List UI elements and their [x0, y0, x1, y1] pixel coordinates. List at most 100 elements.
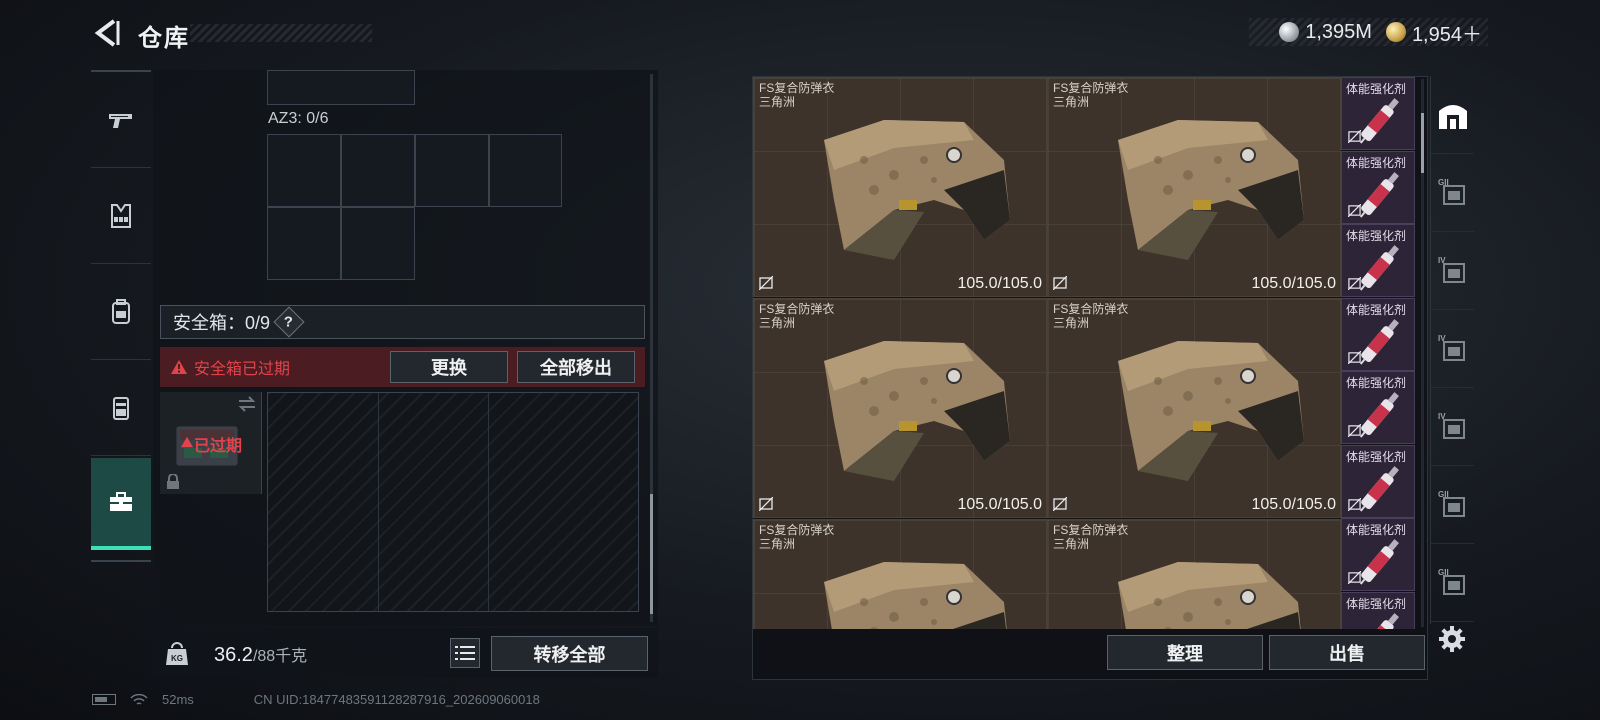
safebox-capacity-label: 安全箱：0/9: [173, 313, 271, 333]
tab-label: GII: [1438, 568, 1449, 577]
body-armor-icon: [1118, 120, 1304, 260]
body-armor-icon: [824, 120, 1010, 260]
tab-label: GII: [1438, 490, 1449, 499]
item-name: FS复合防弹衣 三角洲: [1053, 523, 1129, 551]
equipment-category-nav: [91, 70, 151, 562]
container-tab-icon: GII: [1438, 568, 1465, 595]
page-title: 仓库: [138, 25, 190, 52]
stash-item-armor[interactable]: FS复合防弹衣 三角洲: [1047, 519, 1341, 629]
item-name: 体能强化剂: [1346, 155, 1407, 170]
container-slot[interactable]: [267, 70, 415, 105]
list-view-button[interactable]: [450, 638, 480, 668]
stash-scroll-thumb[interactable]: [1421, 113, 1424, 173]
item-name: FS复合防弹衣 三角洲: [759, 302, 835, 330]
body-armor-icon: [1118, 562, 1301, 629]
stash-item-armor[interactable]: FS复合防弹衣 三角洲 105.0/105.0: [1047, 298, 1341, 518]
item-durability: 105.0/105.0: [957, 496, 1042, 513]
container-tab-icon: IV: [1438, 412, 1465, 439]
stash-panel: FS复合防弹衣 三角洲 105.0/105.0 FS复合防弹衣 三角洲 105.0/105…: [752, 76, 1428, 680]
help-button[interactable]: ?: [273, 306, 305, 338]
stash-tab-tab-gii-3[interactable]: GII: [1431, 544, 1474, 622]
container-tab-icon: GII: [1438, 178, 1465, 205]
currency-silver[interactable]: 1,395M: [1279, 21, 1372, 44]
weight-value: 36.2/88千克: [214, 642, 307, 667]
nav-item-pouch[interactable]: [91, 360, 151, 456]
stash-item-stimulant[interactable]: 体能强化剂: [1341, 297, 1415, 371]
nav-item-weapons[interactable]: [91, 72, 151, 168]
stash-grid: FS复合防弹衣 三角洲 105.0/105.0 FS复合防弹衣 三角洲 105.0/105…: [753, 77, 1423, 629]
tab-label: IV: [1438, 256, 1446, 265]
warning-icon: [181, 436, 193, 448]
stash-item-stimulant[interactable]: 体能强化剂: [1341, 77, 1415, 150]
weight-current: 36.2: [214, 644, 253, 666]
stash-item-stimulant[interactable]: 体能强化剂: [1341, 224, 1415, 297]
az3-slot[interactable]: [341, 207, 415, 280]
az3-slot[interactable]: [341, 134, 415, 207]
transfer-all-button[interactable]: 转移全部: [491, 636, 648, 671]
stash-tab-tab-iv-2[interactable]: IV: [1431, 310, 1474, 388]
back-arrow-icon[interactable]: [92, 18, 122, 48]
weight-bar: KG 36.2/88千克 转移全部: [153, 628, 658, 678]
help-icon: ?: [284, 313, 294, 331]
sell-button[interactable]: 出售: [1269, 635, 1425, 670]
tab-label: IV: [1438, 334, 1446, 343]
item-name: FS复合防弹衣 三角洲: [759, 81, 835, 109]
stash-item-armor[interactable]: FS复合防弹衣 三角洲 105.0/105.0: [753, 77, 1047, 297]
replace-button[interactable]: 更换: [390, 351, 508, 383]
item-expired-label: 已过期: [194, 438, 243, 455]
stash-tab-tab-gii-2[interactable]: GII: [1431, 466, 1474, 544]
item-name: 体能强化剂: [1346, 376, 1407, 390]
nav-item-backpack[interactable]: [91, 264, 151, 360]
stash-tab-tab-gii-1[interactable]: GII: [1431, 154, 1474, 232]
item-durability: 105.0/105.0: [1251, 496, 1336, 513]
container-tab-icon: GII: [1438, 490, 1465, 517]
loadout-scroll-thumb[interactable]: [650, 494, 653, 614]
currency-gold[interactable]: 1,954＋: [1385, 18, 1482, 47]
safebox-item[interactable]: 已过期: [160, 392, 262, 494]
stash-item-stimulant[interactable]: 体能强化剂: [1341, 150, 1415, 224]
az3-slot[interactable]: [267, 207, 341, 280]
stash-tab-tab-iv-1[interactable]: IV: [1431, 232, 1474, 310]
stash-item-stimulant[interactable]: 体能强化剂: [1341, 591, 1415, 629]
stash-item-stimulant[interactable]: 体能强化剂: [1341, 444, 1415, 518]
no-trade-icon: [1348, 350, 1361, 364]
safebox-grid[interactable]: [267, 392, 639, 612]
nav-item-chest-rig[interactable]: [91, 168, 151, 264]
battery-icon: [92, 694, 116, 705]
body-armor-icon: [824, 562, 1007, 629]
stash-tab-home[interactable]: [1431, 76, 1474, 154]
no-trade-icon: [1348, 571, 1361, 584]
remove-all-button[interactable]: 全部移出: [517, 351, 635, 383]
toolbox-icon: [110, 492, 132, 511]
item-name: 体能强化剂: [1346, 229, 1407, 243]
stash-item-armor[interactable]: FS复合防弹衣 三角洲 105.0/105.0: [753, 298, 1047, 518]
swap-icon[interactable]: [237, 396, 257, 412]
currency-gold-value: 1,954＋: [1411, 23, 1482, 46]
az3-slot[interactable]: [267, 134, 341, 207]
stash-item-stimulant[interactable]: 体能强化剂: [1341, 371, 1415, 444]
stash-item-armor[interactable]: FS复合防弹衣 三角洲: [753, 519, 1047, 629]
silver-coin-icon: [1279, 22, 1300, 42]
item-name: 体能强化剂: [1346, 596, 1407, 611]
item-name: 体能强化剂: [1346, 449, 1407, 464]
stash-tab-tab-iv-3[interactable]: IV: [1431, 388, 1474, 466]
stash-item-armor[interactable]: FS复合防弹衣 三角洲 105.0/105.0: [1047, 77, 1341, 297]
sort-button[interactable]: 整理: [1107, 635, 1263, 670]
no-trade-icon: [1348, 277, 1361, 290]
stash-item-stimulant[interactable]: 体能强化剂: [1341, 518, 1415, 591]
pistol-icon: [109, 113, 132, 128]
safebox-header: 安全箱：0/9 ?: [160, 305, 645, 339]
body-armor-icon: [824, 341, 1010, 481]
wifi-icon: [130, 693, 148, 705]
loadout-panel: AZ3: 0/6 安全箱：0/9 ? 安全箱已过期 更换 全部移出 已过期: [153, 70, 658, 626]
item-name: 体能强化剂: [1346, 82, 1407, 96]
no-trade-icon: [759, 497, 773, 511]
item-durability: 105.0/105.0: [957, 275, 1042, 292]
nav-item-safe-box[interactable]: [91, 458, 151, 550]
no-trade-icon: [1053, 497, 1067, 511]
svg-text:KG: KG: [171, 654, 183, 663]
az3-slot[interactable]: [415, 134, 489, 207]
az3-slot[interactable]: [489, 134, 562, 207]
item-name: FS复合防弹衣 三角洲: [1053, 81, 1129, 109]
gear-icon[interactable]: [1437, 624, 1467, 654]
